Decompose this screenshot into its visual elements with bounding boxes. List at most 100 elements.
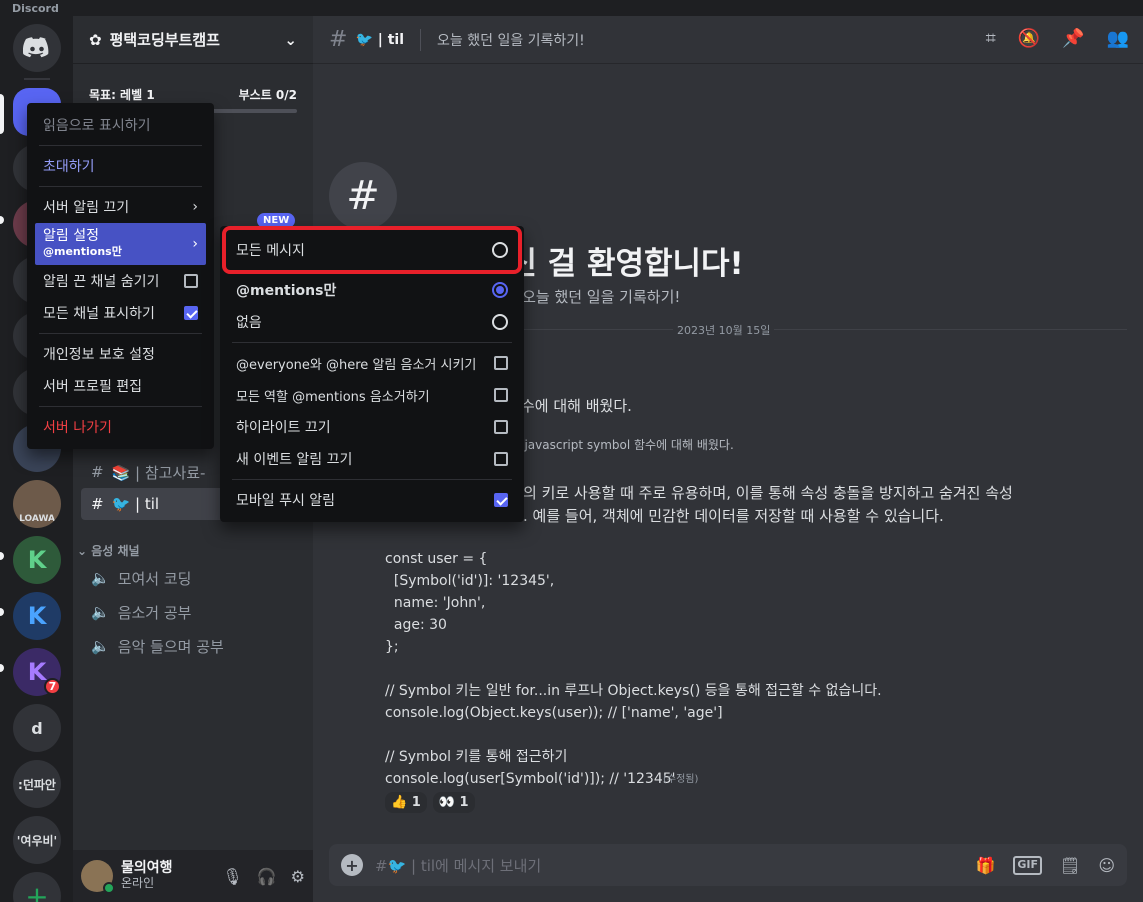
chevron-right-icon: › bbox=[192, 199, 198, 215]
edited-label: (수정됨) bbox=[663, 774, 699, 785]
discord-logo-icon bbox=[23, 37, 49, 58]
gift-icon[interactable]: 🎁 bbox=[975, 856, 995, 875]
notification-submenu: 모든 메시지 @mentions만 없음 @everyone와 @here 알림… bbox=[220, 226, 524, 522]
menu-item-privacy[interactable]: 개인정보 보호 설정 bbox=[35, 338, 206, 370]
checkbox-checked-icon[interactable] bbox=[184, 306, 198, 320]
menu-item-invite[interactable]: 초대하기 bbox=[35, 150, 206, 182]
option-suppress-everyone[interactable]: @everyone와 @here 알림 음소거 시키기 bbox=[228, 347, 516, 379]
radio-icon[interactable] bbox=[492, 242, 508, 258]
code-line: name: 'John', bbox=[385, 595, 486, 611]
community-icon: ✿ bbox=[89, 30, 102, 49]
voice-channel-item[interactable]: 🔈 음악 들으며 공부 bbox=[81, 630, 305, 662]
message-composer: + #🐦 | til에 메시지 보내기 🎁 GIF 🗒 ☺ bbox=[329, 844, 1127, 886]
sticker-icon[interactable]: 🗒 bbox=[1060, 856, 1080, 875]
server-icon[interactable]: '여우비' bbox=[13, 816, 61, 864]
server-name: 평택코딩부트캠프 bbox=[109, 31, 220, 49]
reply-preview[interactable]: 5 javascript symbol 함수에 대해 배웠다. bbox=[513, 436, 734, 453]
server-context-menu: 읽음으로 표시하기 초대하기 서버 알림 끄기 › 알림 설정 @mentions만… bbox=[27, 103, 214, 449]
gif-icon[interactable]: GIF bbox=[1013, 855, 1042, 875]
notification-bell-muted-icon[interactable]: 🔕 bbox=[1018, 28, 1040, 49]
server-icon[interactable]: :던파안 bbox=[13, 760, 61, 808]
code-line: // Symbol 키는 일반 for...in 루프나 Object.keys… bbox=[385, 683, 882, 699]
window-title: Discord bbox=[0, 0, 1143, 16]
channel-topic[interactable]: 오늘 했던 일을 기록하기! bbox=[437, 30, 585, 50]
voice-channel-item[interactable]: 🔈 모여서 코딩 bbox=[81, 562, 305, 594]
menu-item-hide-muted[interactable]: 알림 끈 채널 숨기기 bbox=[35, 265, 206, 297]
server-icon-d[interactable]: d bbox=[13, 704, 61, 752]
microphone-icon[interactable]: 🎙 bbox=[222, 867, 242, 886]
voice-category[interactable]: ⌄ 음성 채널 bbox=[77, 542, 140, 559]
menu-item-mark-read[interactable]: 읽음으로 표시하기 bbox=[35, 109, 206, 141]
speaker-icon: 🔈 bbox=[91, 603, 110, 621]
plus-icon: + bbox=[25, 879, 49, 902]
online-status-icon bbox=[103, 882, 115, 894]
user-panel: 물의여행 온라인 🎙 🎧 ⚙ bbox=[73, 850, 313, 902]
emoji-icon[interactable]: ☺ bbox=[1098, 856, 1115, 875]
checkbox-icon[interactable] bbox=[494, 452, 508, 466]
option-all-messages[interactable]: 모든 메시지 bbox=[222, 226, 522, 274]
checkbox-checked-icon[interactable] bbox=[494, 493, 508, 507]
server-icon-k[interactable]: K bbox=[13, 536, 61, 584]
server-icon-loawa[interactable]: LOAWA bbox=[13, 480, 61, 528]
code-line: }; bbox=[385, 639, 399, 655]
hash-icon: # bbox=[91, 495, 104, 513]
message-text: 수에 대해 배웠다. bbox=[521, 397, 632, 415]
channel-hash-icon: # bbox=[329, 162, 397, 230]
server-icon-k[interactable]: K bbox=[13, 592, 61, 640]
date-divider-label: 2023년 10월 15일 bbox=[673, 322, 775, 338]
menu-item-leave-server[interactable]: 서버 나가기 bbox=[35, 411, 206, 443]
channel-header: # 🐦 | til 오늘 했던 일을 기록하기! ⌗ 🔕 📌 👥 bbox=[313, 16, 1143, 64]
mention-badge: 7 bbox=[44, 678, 61, 695]
menu-item-mute-server[interactable]: 서버 알림 끄기 › bbox=[35, 191, 206, 223]
option-mute-highlights[interactable]: 하이라이트 끄기 bbox=[228, 411, 516, 443]
user-status: 온라인 bbox=[121, 876, 155, 890]
member-list-icon[interactable]: 👥 bbox=[1107, 28, 1129, 49]
gear-icon[interactable]: ⚙ bbox=[291, 867, 305, 886]
hash-icon: # bbox=[329, 27, 348, 52]
menu-item-notification-settings[interactable]: 알림 설정 @mentions만 › bbox=[35, 223, 206, 265]
reaction-eyes[interactable]: 👀 1 bbox=[432, 792, 475, 813]
voice-channel-item[interactable]: 🔈 음소거 공부 bbox=[81, 596, 305, 628]
code-line: [Symbol('id')]: '12345', bbox=[385, 573, 555, 589]
code-line: console.log(user[Symbol('id')]); // '123… bbox=[385, 771, 676, 787]
threads-icon[interactable]: ⌗ bbox=[986, 28, 996, 49]
avatar[interactable] bbox=[81, 860, 115, 894]
checkbox-icon[interactable] bbox=[494, 420, 508, 434]
reaction-thumbs-up[interactable]: 👍 1 bbox=[385, 792, 427, 813]
checkbox-icon[interactable] bbox=[494, 388, 508, 402]
code-line: // Symbol 키를 통해 접근하기 bbox=[385, 749, 568, 765]
pin-icon[interactable]: 📌 bbox=[1062, 28, 1084, 49]
option-nothing[interactable]: 없음 bbox=[228, 306, 516, 338]
radio-icon[interactable] bbox=[492, 314, 508, 330]
speaker-icon: 🔈 bbox=[91, 569, 110, 587]
hash-icon: # bbox=[91, 463, 104, 481]
headphones-icon[interactable]: 🎧 bbox=[257, 867, 277, 886]
menu-item-show-all-channels[interactable]: 모든 채널 표시하기 bbox=[35, 297, 206, 329]
username: 물의여행 bbox=[121, 860, 173, 876]
add-server-button[interactable]: + bbox=[13, 872, 61, 902]
radio-selected-icon[interactable] bbox=[492, 282, 508, 298]
option-mobile-push[interactable]: 모바일 푸시 알림 bbox=[228, 484, 516, 516]
speaker-icon: 🔈 bbox=[91, 637, 110, 655]
menu-item-edit-profile[interactable]: 서버 프로필 편집 bbox=[35, 370, 206, 402]
option-mute-events[interactable]: 새 이벤트 알림 끄기 bbox=[228, 443, 516, 475]
option-suppress-roles[interactable]: 모든 역할 @mentions 음소거하기 bbox=[228, 379, 516, 411]
chevron-right-icon: › bbox=[192, 236, 198, 252]
boost-goal[interactable]: 목표: 레벨 1 부스트 0/2 bbox=[73, 86, 313, 103]
message-text: 의 키로 사용할 때 주로 유용하며, 이를 통해 속성 충돌을 방지하고 숨겨… bbox=[523, 484, 1013, 502]
option-mentions-only[interactable]: @mentions만 bbox=[228, 274, 516, 306]
discord-home-button[interactable] bbox=[13, 24, 61, 72]
message-input[interactable]: #🐦 | til에 메시지 보내기 bbox=[375, 855, 541, 876]
channel-name: 🐦 | til bbox=[355, 31, 405, 48]
server-header[interactable]: ✿ 평택코딩부트캠프 ⌄ bbox=[73, 16, 313, 64]
welcome-subtitle: ... 오늘 했던 일을 기록하기! bbox=[503, 288, 681, 306]
code-line: console.log(Object.keys(user)); // ['nam… bbox=[385, 705, 723, 721]
message-code-body: const user = { [Symbol('id')]: '12345', … bbox=[385, 548, 882, 790]
checkbox-icon[interactable] bbox=[184, 274, 198, 288]
checkbox-icon[interactable] bbox=[494, 356, 508, 370]
attach-plus-icon[interactable]: + bbox=[341, 854, 363, 876]
code-line: const user = { bbox=[385, 551, 488, 567]
chevron-down-icon: ⌄ bbox=[284, 30, 297, 49]
